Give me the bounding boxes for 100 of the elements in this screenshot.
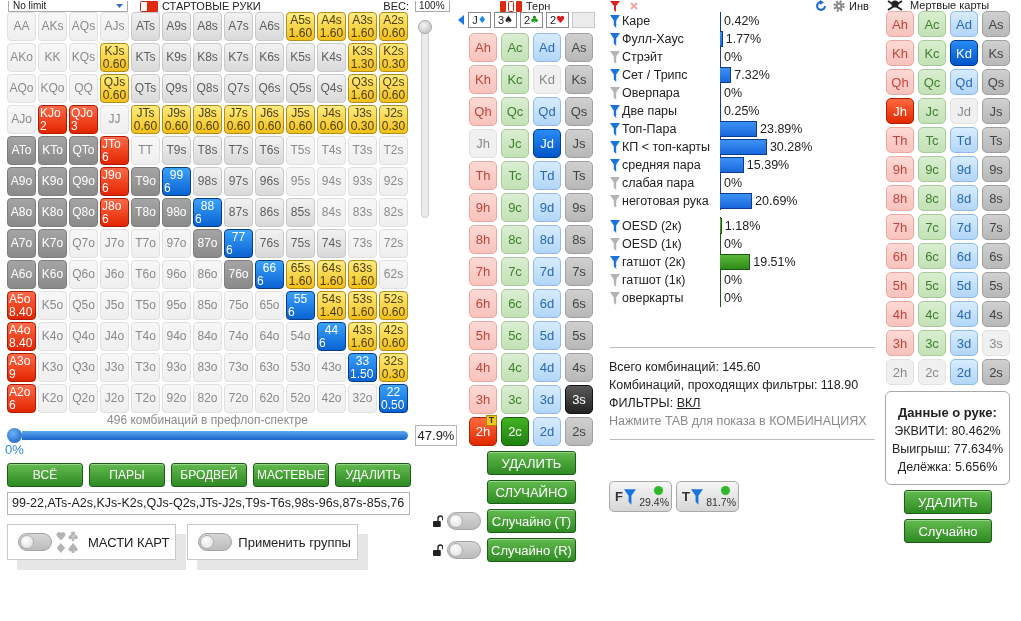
filter-icon[interactable]	[610, 140, 620, 154]
hand-cell[interactable]: K2o	[38, 384, 67, 413]
card-button[interactable]: Ah	[469, 33, 497, 62]
card-button[interactable]: 8h	[469, 225, 497, 254]
preset-button[interactable]: БРОДВЕЙ	[171, 463, 247, 487]
hand-cell[interactable]: 32o	[348, 384, 377, 413]
hand-cell[interactable]: 54o	[286, 322, 315, 351]
hand-cell[interactable]: J8o 6	[100, 198, 129, 227]
hand-cell[interactable]: T5s	[286, 136, 315, 165]
action-button[interactable]: Случайно (R)	[487, 538, 576, 562]
hand-cell[interactable]: 86s	[255, 198, 284, 227]
hand-cell[interactable]: 74o	[224, 322, 253, 351]
hand-cell[interactable]: K7o	[38, 229, 67, 258]
filter-icon[interactable]	[610, 255, 620, 269]
hand-cell[interactable]: K8s	[193, 43, 222, 72]
hand-cell[interactable]: 97s	[224, 167, 253, 196]
left-triangle-icon[interactable]	[458, 15, 464, 25]
hand-cell[interactable]: QJs 0.60	[100, 74, 129, 103]
hand-cell[interactable]: 92o	[162, 384, 191, 413]
hand-cell[interactable]: 76o	[224, 260, 253, 289]
hand-cell[interactable]: 33 1.50	[348, 353, 377, 382]
hand-cell[interactable]: K6o	[38, 260, 67, 289]
hand-cell[interactable]: 77 6	[224, 229, 253, 258]
hand-cell[interactable]: 76s	[255, 229, 284, 258]
filter-icon[interactable]	[610, 158, 620, 172]
hand-cell[interactable]: T7s	[224, 136, 253, 165]
hand-cell[interactable]: A9o	[7, 167, 36, 196]
hand-cell[interactable]: T8s	[193, 136, 222, 165]
hand-cell[interactable]: 65o	[255, 291, 284, 320]
filter-icon[interactable]	[610, 68, 620, 82]
hand-cell[interactable]: Q4o	[69, 322, 98, 351]
hand-cell[interactable]: 95s	[286, 167, 315, 196]
hand-cell[interactable]: 22 0.50	[379, 384, 408, 413]
card-button[interactable]: Kh	[886, 40, 914, 66]
board-card[interactable]: 3♠	[494, 12, 517, 28]
hand-cell[interactable]: J4s 0.60	[317, 105, 346, 134]
card-button[interactable]: Qs	[982, 69, 1010, 95]
action-button[interactable]: Случайно	[904, 519, 992, 543]
hand-cell[interactable]: Q4s	[317, 74, 346, 103]
card-button[interactable]: As	[565, 33, 593, 62]
hand-cell[interactable]: 73o	[224, 353, 253, 382]
hand-cell[interactable]: A4o 8.40	[7, 322, 36, 351]
hand-cell[interactable]: K2s 0.30	[379, 43, 408, 72]
card-button[interactable]: 2d	[533, 417, 561, 446]
card-button[interactable]: Qd	[950, 69, 978, 95]
hand-cell[interactable]: 98o	[162, 198, 191, 227]
hand-cell[interactable]: TT	[131, 136, 160, 165]
card-button[interactable]: 4c	[918, 301, 946, 327]
hand-cell[interactable]: 87o	[193, 229, 222, 258]
card-button[interactable]: Js	[982, 98, 1010, 124]
hand-cell[interactable]: 62s	[379, 260, 408, 289]
card-button[interactable]: 5h	[469, 321, 497, 350]
hand-cell[interactable]: T3o	[131, 353, 160, 382]
card-button[interactable]: 7c	[501, 257, 529, 286]
card-button[interactable]: 6s	[565, 289, 593, 318]
hand-cell[interactable]: 42s 0.60	[379, 322, 408, 351]
hand-cell[interactable]: 72o	[224, 384, 253, 413]
hand-cell[interactable]: AJo	[7, 105, 36, 134]
card-button[interactable]: Jd	[533, 129, 561, 158]
hand-cell[interactable]: K3s 1.30	[348, 43, 377, 72]
hand-cell[interactable]: J7o	[100, 229, 129, 258]
hand-cell[interactable]: AQs	[69, 12, 98, 41]
filter-icon[interactable]	[610, 1, 620, 12]
hand-cell[interactable]: 83o	[193, 353, 222, 382]
hand-cell[interactable]: 75s	[286, 229, 315, 258]
hand-cell[interactable]: T2s	[379, 136, 408, 165]
hand-cell[interactable]: K5o	[38, 291, 67, 320]
hand-cell[interactable]: T6s	[255, 136, 284, 165]
hand-cell[interactable]: T3s	[348, 136, 377, 165]
hand-cell[interactable]: 44 6	[317, 322, 346, 351]
hand-cell[interactable]: A3s 1.60	[348, 12, 377, 41]
hand-cell[interactable]: A7o	[7, 229, 36, 258]
hand-cell[interactable]: 53o	[286, 353, 315, 382]
card-button[interactable]: Qh	[886, 69, 914, 95]
card-button[interactable]: 5d	[950, 272, 978, 298]
hand-cell[interactable]: 94o	[162, 322, 191, 351]
card-button[interactable]: Jh	[886, 98, 914, 124]
hand-cell[interactable]: K3o	[38, 353, 67, 382]
hand-cell[interactable]: T7o	[131, 229, 160, 258]
hand-cell[interactable]: KTs	[131, 43, 160, 72]
card-button[interactable]: 4d	[533, 353, 561, 382]
hand-cell[interactable]: 96s	[255, 167, 284, 196]
hand-cell[interactable]: 96o	[162, 260, 191, 289]
hand-cell[interactable]: K9o	[38, 167, 67, 196]
hand-cell[interactable]: A7s	[224, 12, 253, 41]
card-button[interactable]: 7d	[533, 257, 561, 286]
hand-cell[interactable]: K6s	[255, 43, 284, 72]
hand-cell[interactable]: 42o	[317, 384, 346, 413]
hand-cell[interactable]: ATo	[7, 136, 36, 165]
hand-cell[interactable]: Q7s	[224, 74, 253, 103]
hand-cell[interactable]: T9o	[131, 167, 160, 196]
hand-cell[interactable]: T2o	[131, 384, 160, 413]
hand-cell[interactable]: Q3o	[69, 353, 98, 382]
hand-cell[interactable]: Q8s	[193, 74, 222, 103]
card-button[interactable]: 3d	[533, 385, 561, 414]
hand-cell[interactable]: 87s	[224, 198, 253, 227]
hand-cell[interactable]: 82s	[379, 198, 408, 227]
card-button[interactable]: 5h	[886, 272, 914, 298]
hand-cell[interactable]: 97o	[162, 229, 191, 258]
hand-cell[interactable]: 85o	[193, 291, 222, 320]
